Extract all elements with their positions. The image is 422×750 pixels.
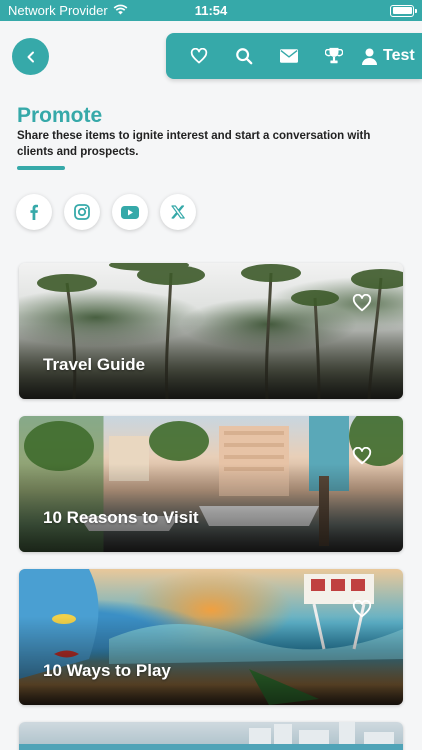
- instagram-button[interactable]: [64, 194, 100, 230]
- x-button[interactable]: [160, 194, 196, 230]
- favorite-button[interactable]: [352, 446, 372, 470]
- instagram-icon: [74, 204, 90, 220]
- heart-icon: [352, 599, 372, 618]
- status-left: Network Provider: [8, 3, 128, 18]
- promo-card[interactable]: [19, 722, 403, 750]
- youtube-button[interactable]: [112, 194, 148, 230]
- card-title: 10 Ways to Play: [43, 661, 171, 680]
- favorites-button[interactable]: [176, 33, 221, 79]
- promo-card[interactable]: Travel Guide: [19, 263, 403, 399]
- user-label: Test: [383, 47, 415, 64]
- heart-icon: [352, 293, 372, 312]
- search-icon: [235, 48, 252, 65]
- promo-card[interactable]: 10 Ways to Play: [19, 569, 403, 705]
- facebook-button[interactable]: [16, 194, 52, 230]
- user-icon: [362, 48, 377, 65]
- card-title: 10 Reasons to Visit: [43, 508, 199, 527]
- user-menu[interactable]: Test: [362, 47, 415, 65]
- card-title: Travel Guide: [43, 355, 146, 374]
- chevron-left-icon: [27, 51, 34, 62]
- page-title: Promote: [17, 104, 103, 127]
- mail-button[interactable]: [266, 33, 311, 79]
- beach-skyline-image: [19, 722, 403, 750]
- search-button[interactable]: [221, 33, 266, 79]
- battery-icon: [390, 4, 417, 17]
- mail-icon: [279, 49, 298, 63]
- trophy-button[interactable]: [311, 33, 356, 79]
- x-icon: [171, 205, 185, 219]
- social-buttons: [16, 194, 196, 230]
- wifi-icon: [113, 3, 128, 18]
- youtube-icon: [121, 205, 139, 219]
- status-bar: Network Provider 11:54: [0, 0, 422, 21]
- back-button[interactable]: [12, 38, 49, 75]
- heart-icon: [352, 446, 372, 465]
- trophy-icon: [324, 47, 343, 64]
- top-nav: Test: [166, 33, 422, 79]
- favorite-button[interactable]: [352, 293, 372, 317]
- page-description: Share these items to ignite interest and…: [17, 130, 371, 158]
- carrier-label: Network Provider: [8, 3, 108, 18]
- favorite-button[interactable]: [352, 599, 372, 623]
- card-image: [19, 722, 403, 750]
- title-underline: [17, 166, 65, 170]
- facebook-icon: [30, 204, 38, 220]
- promo-card[interactable]: 10 Reasons to Visit: [19, 416, 403, 552]
- status-time: 11:54: [194, 3, 228, 18]
- heart-icon: [190, 48, 207, 64]
